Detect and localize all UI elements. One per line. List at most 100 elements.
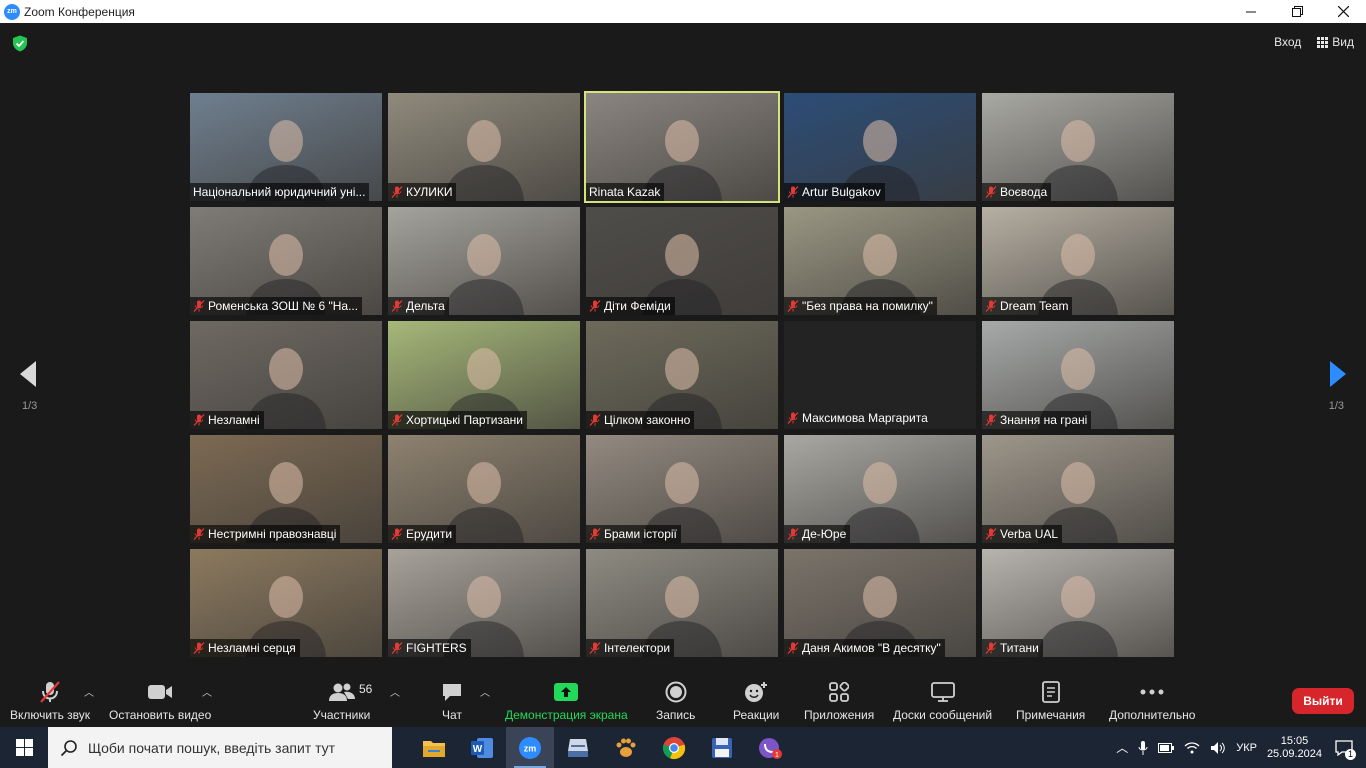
- participant-tile[interactable]: Максимова Маргарита: [784, 321, 976, 429]
- participant-name: Verba UAL: [1000, 527, 1059, 541]
- participant-name: Незламні: [208, 413, 260, 427]
- battery-icon[interactable]: [1158, 742, 1175, 753]
- participant-name: Національний юридичний уні...: [193, 185, 366, 199]
- svg-text:zm: zm: [524, 743, 537, 753]
- clock[interactable]: 15:05 25.09.2024: [1267, 735, 1322, 761]
- participant-name-tag: Воєвода: [982, 183, 1052, 201]
- participant-name-tag: Дельта: [388, 297, 449, 315]
- muted-microphone-icon: [193, 414, 205, 426]
- apps-button[interactable]: Приложения: [804, 680, 874, 722]
- audio-options-chevron-icon[interactable]: ︿: [84, 684, 94, 699]
- participants-count: 56: [359, 682, 373, 696]
- participant-tile[interactable]: Роменська ЗОШ № 6 "На...: [190, 207, 382, 315]
- participant-tile[interactable]: Dream Team: [982, 207, 1174, 315]
- apps-icon: [829, 682, 850, 702]
- participant-tile[interactable]: Національний юридичний уні...: [190, 93, 382, 201]
- taskbar-scanner[interactable]: [554, 727, 602, 768]
- more-button[interactable]: Дополнительно: [1109, 680, 1195, 722]
- muted-microphone-icon: [193, 300, 205, 312]
- exit-button[interactable]: Вход: [1274, 35, 1301, 49]
- record-button[interactable]: Запись: [656, 680, 695, 722]
- participant-tile[interactable]: Даня Акимов "В десятку": [784, 549, 976, 657]
- participant-name-tag: Нестримні правознавці: [190, 525, 341, 543]
- microphone-muted-icon: [40, 681, 60, 703]
- volume-icon[interactable]: [1210, 741, 1226, 755]
- muted-microphone-icon: [985, 186, 997, 198]
- participant-tile[interactable]: "Без права на помилку": [784, 207, 976, 315]
- reactions-smiley-icon: [745, 682, 768, 702]
- participant-tile[interactable]: Де-Юре: [784, 435, 976, 543]
- participant-tile[interactable]: Rinata Kazak: [584, 91, 780, 203]
- taskbar-paw-app[interactable]: [602, 727, 650, 768]
- participant-tile[interactable]: Artur Bulgakov: [784, 93, 976, 201]
- chat-options-chevron-icon[interactable]: ︿: [480, 684, 490, 699]
- record-label: Запись: [656, 708, 696, 722]
- taskbar-viber[interactable]: 1: [746, 727, 794, 768]
- participant-tile[interactable]: КУЛИКИ: [388, 93, 580, 201]
- close-button[interactable]: [1320, 0, 1366, 23]
- participant-tile[interactable]: Хортицькі Партизани: [388, 321, 580, 429]
- maximize-button[interactable]: [1274, 0, 1320, 23]
- participant-tile[interactable]: Брами історії: [586, 435, 778, 543]
- participant-tile[interactable]: Дельта: [388, 207, 580, 315]
- taskbar-chrome[interactable]: [650, 727, 698, 768]
- notes-button[interactable]: Примечания: [1016, 680, 1085, 722]
- participant-tile[interactable]: Титани: [982, 549, 1174, 657]
- reactions-button[interactable]: Реакции: [733, 680, 779, 722]
- microphone-icon[interactable]: [1138, 740, 1148, 755]
- windows-logo-icon: [15, 739, 33, 756]
- participant-tile[interactable]: Незламні серця: [190, 549, 382, 657]
- minimize-button[interactable]: [1228, 0, 1274, 23]
- participant-tile[interactable]: Діти Феміди: [586, 207, 778, 315]
- participant-name: Максимова Маргарита: [802, 411, 928, 425]
- muted-microphone-icon: [589, 642, 601, 654]
- participant-tile[interactable]: Незламні: [190, 321, 382, 429]
- video-options-chevron-icon[interactable]: ︿: [202, 684, 212, 699]
- taskbar-word[interactable]: W: [458, 727, 506, 768]
- muted-microphone-icon: [787, 300, 799, 312]
- whiteboard-icon: [930, 682, 955, 702]
- taskbar-search-box[interactable]: Щоби почати пошук, введіть запит тут: [48, 727, 392, 768]
- viber-icon: 1: [759, 737, 782, 759]
- language-indicator[interactable]: УКР: [1236, 742, 1257, 754]
- participant-name: Dream Team: [1000, 299, 1069, 313]
- participant-tile[interactable]: Цілком законно: [586, 321, 778, 429]
- muted-microphone-icon: [391, 528, 403, 540]
- chrome-icon: [662, 736, 686, 759]
- share-screen-button[interactable]: Демонстрация экрана: [505, 680, 628, 722]
- participant-name-tag: Максимова Маргарита: [784, 409, 932, 427]
- participant-name-tag: Цілком законно: [586, 411, 695, 429]
- previous-page-icon[interactable]: [18, 359, 38, 389]
- participant-tile[interactable]: Знання на грані: [982, 321, 1174, 429]
- muted-microphone-icon: [193, 642, 205, 654]
- taskbar-save-disk[interactable]: [698, 727, 746, 768]
- muted-microphone-icon: [391, 186, 403, 198]
- participant-name-tag: Незламні: [190, 411, 264, 429]
- chat-button[interactable]: Чат: [441, 680, 463, 722]
- participant-tile[interactable]: Нестримні правознавці: [190, 435, 382, 543]
- taskbar-zoom[interactable]: zm: [506, 727, 554, 768]
- participant-name: Хортицькі Партизани: [406, 413, 523, 427]
- participant-tile[interactable]: Інтелектори: [586, 549, 778, 657]
- participant-name: Інтелектори: [604, 641, 671, 655]
- participants-options-chevron-icon[interactable]: ︿: [390, 684, 400, 699]
- whiteboards-button[interactable]: Доски сообщений: [893, 680, 992, 722]
- leave-button[interactable]: Выйти: [1292, 688, 1354, 714]
- view-button[interactable]: Вид: [1317, 35, 1354, 49]
- taskbar-file-explorer[interactable]: [410, 727, 458, 768]
- shield-check-icon[interactable]: [12, 35, 28, 52]
- participant-tile[interactable]: Воєвода: [982, 93, 1174, 201]
- start-button[interactable]: [0, 727, 48, 768]
- stop-video-button[interactable]: Остановить видео: [109, 680, 211, 722]
- next-page-icon[interactable]: [1328, 359, 1348, 389]
- unmute-button[interactable]: Включить звук: [10, 680, 90, 722]
- participant-tile[interactable]: FIGHTERS: [388, 549, 580, 657]
- notifications-button[interactable]: 1: [1332, 736, 1356, 760]
- participant-tile[interactable]: Verba UAL: [982, 435, 1174, 543]
- participant-name: Ерудити: [406, 527, 453, 541]
- participant-tile[interactable]: Ерудити: [388, 435, 580, 543]
- notification-count: 1: [1344, 748, 1356, 760]
- wifi-icon[interactable]: [1184, 741, 1200, 754]
- participant-name: КУЛИКИ: [406, 185, 453, 199]
- tray-overflow-chevron-icon[interactable]: ︿: [1116, 739, 1128, 756]
